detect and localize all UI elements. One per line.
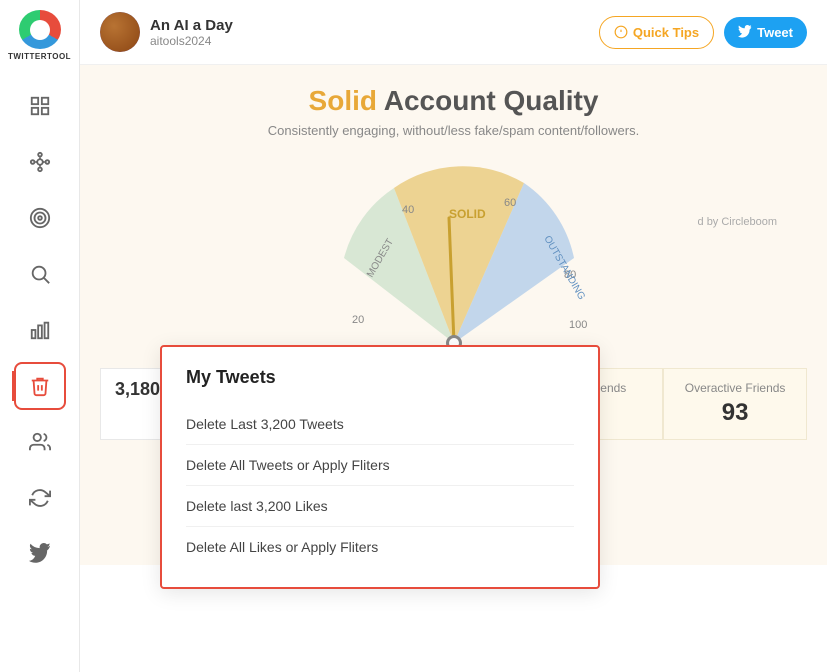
grid-icon bbox=[29, 95, 51, 117]
sidebar: TWITTERTOOL bbox=[0, 0, 80, 672]
svg-text:60: 60 bbox=[504, 197, 516, 209]
overactive-value: 93 bbox=[680, 399, 790, 427]
sidebar-item-search[interactable] bbox=[14, 250, 66, 298]
quick-tips-button[interactable]: Quick Tips bbox=[599, 16, 714, 49]
search-icon bbox=[29, 263, 51, 285]
bar-chart-icon bbox=[29, 319, 51, 341]
avatar-image bbox=[100, 12, 140, 52]
user-handle: aitools2024 bbox=[150, 34, 233, 48]
sidebar-item-analytics[interactable] bbox=[14, 306, 66, 354]
twitter-icon bbox=[29, 543, 51, 565]
dropdown-item-0[interactable]: Delete Last 3,200 Tweets bbox=[186, 404, 574, 445]
svg-text:SOLID: SOLID bbox=[449, 207, 486, 221]
quick-tips-icon bbox=[614, 25, 628, 39]
sidebar-item-sync[interactable] bbox=[14, 474, 66, 522]
stat-days-value: 3,180 bbox=[115, 379, 160, 399]
gauge-svg: 20 40 60 80 100 MODEST SOLID OUTSTANDING bbox=[264, 158, 644, 358]
tweet-button[interactable]: Tweet bbox=[724, 17, 807, 48]
active-indicator bbox=[12, 371, 16, 401]
user-info: An AI a Day aitools2024 bbox=[100, 12, 233, 52]
dropdown-item-2[interactable]: Delete last 3,200 Likes bbox=[186, 486, 574, 527]
trash-icon bbox=[29, 375, 51, 397]
dropdown-item-1[interactable]: Delete All Tweets or Apply Fliters bbox=[186, 445, 574, 486]
overactive-label: Overactive Friends bbox=[680, 381, 790, 395]
sidebar-item-dashboard[interactable] bbox=[14, 82, 66, 130]
dropdown-title: My Tweets bbox=[186, 367, 574, 388]
svg-text:40: 40 bbox=[402, 204, 414, 216]
my-tweets-dropdown: My Tweets Delete Last 3,200 Tweets Delet… bbox=[160, 345, 600, 589]
refresh-icon bbox=[29, 487, 51, 509]
sidebar-nav bbox=[0, 82, 79, 578]
sidebar-item-network[interactable] bbox=[14, 138, 66, 186]
tweet-label: Tweet bbox=[757, 25, 793, 40]
avatar bbox=[100, 12, 140, 52]
sidebar-item-delete[interactable] bbox=[14, 362, 66, 410]
sidebar-item-target[interactable] bbox=[14, 194, 66, 242]
main-content: An AI a Day aitools2024 Quick Tips Tweet… bbox=[80, 0, 827, 672]
gauge-container: 20 40 60 80 100 MODEST SOLID OUTSTANDING… bbox=[100, 158, 807, 358]
svg-text:20: 20 bbox=[352, 314, 364, 326]
stat-overactive: Overactive Friends 93 bbox=[663, 368, 807, 440]
target-icon bbox=[29, 207, 51, 229]
quality-title: Solid Account Quality bbox=[100, 85, 807, 117]
nodes-icon bbox=[29, 151, 51, 173]
title-rest: Account Quality bbox=[384, 85, 599, 116]
logo: TWITTERTOOL bbox=[14, 10, 66, 62]
logo-circle bbox=[19, 10, 61, 49]
quick-tips-label: Quick Tips bbox=[633, 25, 699, 40]
users-icon bbox=[29, 431, 51, 453]
sidebar-item-twitter[interactable] bbox=[14, 530, 66, 578]
user-name: An AI a Day bbox=[150, 17, 233, 34]
powered-by: d by Circleboom bbox=[698, 216, 777, 228]
dropdown-item-3[interactable]: Delete All Likes or Apply Fliters bbox=[186, 527, 574, 567]
logo-label: TWITTERTOOL bbox=[8, 53, 71, 62]
title-solid: Solid bbox=[309, 85, 377, 116]
user-details: An AI a Day aitools2024 bbox=[150, 17, 233, 48]
svg-text:100: 100 bbox=[569, 319, 587, 331]
tweet-bird-icon bbox=[738, 25, 752, 39]
logo-inner bbox=[30, 20, 50, 40]
sidebar-item-users[interactable] bbox=[14, 418, 66, 466]
quality-subtitle: Consistently engaging, without/less fake… bbox=[100, 123, 807, 138]
header: An AI a Day aitools2024 Quick Tips Tweet bbox=[80, 0, 827, 65]
header-actions: Quick Tips Tweet bbox=[599, 16, 807, 49]
